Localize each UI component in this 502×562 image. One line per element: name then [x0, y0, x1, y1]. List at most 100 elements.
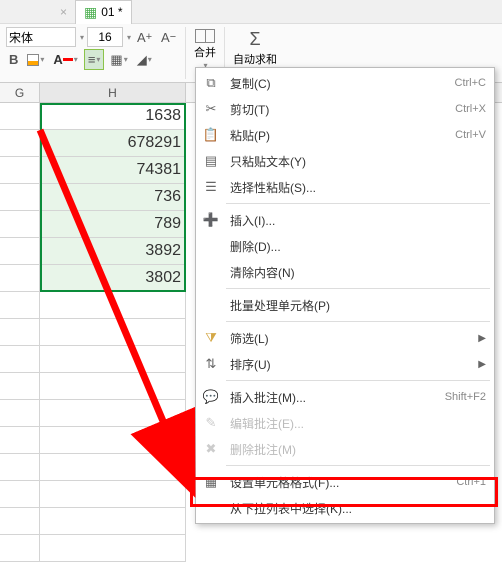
- font-group: ▾ ▾ A+ A− B ▾ A ▾ ≡▾ ▦▾ ◢▾: [0, 27, 186, 79]
- cell[interactable]: [40, 292, 186, 319]
- sigma-icon: Σ: [249, 29, 260, 50]
- cell[interactable]: 736: [40, 184, 186, 211]
- cell[interactable]: [40, 454, 186, 481]
- menu-filter[interactable]: ⧩ 筛选(L) ▶: [196, 325, 494, 351]
- cell[interactable]: [0, 508, 40, 535]
- menu-clear[interactable]: 清除内容(N): [196, 259, 494, 285]
- cell[interactable]: [40, 400, 186, 427]
- merge-cells-button[interactable]: 合并 ▾: [192, 27, 218, 72]
- comment-icon: 💬: [202, 388, 220, 406]
- column-header-h[interactable]: H: [40, 83, 186, 102]
- chevron-down-icon[interactable]: ▾: [80, 33, 84, 42]
- menu-separator: [226, 288, 490, 289]
- cell[interactable]: [0, 427, 40, 454]
- paste-icon: 📋: [202, 126, 220, 144]
- cell[interactable]: [0, 292, 40, 319]
- fill-color-button[interactable]: ▾: [24, 52, 47, 68]
- autosum-label: 自动求和: [233, 51, 277, 67]
- menu-separator: [226, 380, 490, 381]
- delete-comment-icon: ✖: [202, 440, 220, 458]
- cell[interactable]: [0, 157, 40, 184]
- document-tab[interactable]: ▦ 01 *: [75, 0, 132, 24]
- copy-icon: ⧉: [202, 74, 220, 92]
- paste-special-icon: ☰: [202, 178, 220, 196]
- cell[interactable]: [0, 184, 40, 211]
- menu-copy[interactable]: ⧉ 复制(C) Ctrl+C: [196, 70, 494, 96]
- cell[interactable]: 678291: [40, 130, 186, 157]
- cell[interactable]: [40, 508, 186, 535]
- cell[interactable]: 3802: [40, 265, 186, 292]
- cell[interactable]: [0, 373, 40, 400]
- menu-from-dropdown[interactable]: 从下拉列表中选择(K)...: [196, 495, 494, 521]
- cell[interactable]: 1638: [40, 103, 186, 130]
- menu-separator: [226, 465, 490, 466]
- document-tab-bar: × ▦ 01 *: [0, 0, 502, 24]
- menu-delete-comment: ✖ 删除批注(M): [196, 436, 494, 462]
- column-header-g[interactable]: G: [0, 83, 40, 102]
- tab-label: 01 *: [101, 5, 122, 19]
- menu-paste-special[interactable]: ☰ 选择性粘贴(S)...: [196, 174, 494, 200]
- align-button[interactable]: ≡▾: [84, 49, 105, 70]
- cell[interactable]: [0, 319, 40, 346]
- font-name-select[interactable]: [6, 27, 76, 47]
- format-cells-icon: ▦: [202, 473, 220, 491]
- chevron-right-icon: ▶: [478, 333, 486, 344]
- increase-font-button[interactable]: A+: [134, 28, 155, 47]
- menu-delete[interactable]: 删除(D)...: [196, 233, 494, 259]
- tab-close-x[interactable]: ×: [60, 5, 67, 19]
- menu-edit-comment: ✎ 编辑批注(E)...: [196, 410, 494, 436]
- menu-sort[interactable]: ⇅ 排序(U) ▶: [196, 351, 494, 377]
- clear-format-button[interactable]: ◢▾: [134, 50, 155, 70]
- cell[interactable]: [0, 211, 40, 238]
- font-size-select[interactable]: [87, 27, 123, 47]
- menu-paste[interactable]: 📋 粘贴(P) Ctrl+V: [196, 122, 494, 148]
- menu-cut[interactable]: ✂ 剪切(T) Ctrl+X: [196, 96, 494, 122]
- menu-separator: [226, 321, 490, 322]
- chevron-down-icon: ▾: [96, 55, 100, 64]
- spreadsheet-icon: ▦: [84, 4, 97, 21]
- cell[interactable]: [40, 346, 186, 373]
- chevron-down-icon: ▾: [40, 55, 44, 64]
- menu-batch[interactable]: 批量处理单元格(P): [196, 292, 494, 318]
- insert-icon: ➕: [202, 211, 220, 229]
- paste-text-icon: ▤: [202, 152, 220, 170]
- cell[interactable]: [0, 535, 40, 562]
- cut-icon: ✂: [202, 100, 220, 118]
- merge-icon: [195, 29, 215, 43]
- context-menu: ⧉ 复制(C) Ctrl+C ✂ 剪切(T) Ctrl+X 📋 粘贴(P) Ct…: [195, 67, 495, 524]
- chevron-down-icon[interactable]: ▾: [127, 33, 131, 42]
- merge-label: 合并: [194, 44, 216, 60]
- menu-insert-comment[interactable]: 💬 插入批注(M)... Shift+F2: [196, 384, 494, 410]
- menu-paste-text[interactable]: ▤ 只粘贴文本(Y): [196, 148, 494, 174]
- cell[interactable]: [40, 373, 186, 400]
- menu-insert[interactable]: ➕ 插入(I)...: [196, 207, 494, 233]
- bold-button[interactable]: B: [6, 50, 21, 69]
- borders-button[interactable]: ▦▾: [107, 50, 130, 70]
- chevron-down-icon: ▾: [148, 55, 152, 64]
- cell[interactable]: 3892: [40, 238, 186, 265]
- cell[interactable]: 74381: [40, 157, 186, 184]
- cell[interactable]: [0, 346, 40, 373]
- cell[interactable]: [0, 265, 40, 292]
- cell[interactable]: [40, 427, 186, 454]
- cell[interactable]: [40, 319, 186, 346]
- cell[interactable]: 789: [40, 211, 186, 238]
- cell[interactable]: [0, 454, 40, 481]
- cell[interactable]: [0, 238, 40, 265]
- chevron-down-icon: ▾: [74, 55, 78, 64]
- cell[interactable]: [0, 130, 40, 157]
- menu-separator: [226, 203, 490, 204]
- chevron-right-icon: ▶: [478, 359, 486, 370]
- cell[interactable]: [0, 481, 40, 508]
- edit-comment-icon: ✎: [202, 414, 220, 432]
- cell[interactable]: [40, 535, 186, 562]
- decrease-font-button[interactable]: A−: [158, 28, 179, 47]
- font-color-button[interactable]: A ▾: [50, 50, 80, 69]
- chevron-down-icon: ▾: [124, 55, 128, 64]
- cell[interactable]: [40, 481, 186, 508]
- cell[interactable]: [0, 400, 40, 427]
- sort-icon: ⇅: [202, 355, 220, 373]
- cell[interactable]: [0, 103, 40, 130]
- menu-format-cells[interactable]: ▦ 设置单元格格式(F)... Ctrl+1: [196, 469, 494, 495]
- filter-icon: ⧩: [202, 329, 220, 347]
